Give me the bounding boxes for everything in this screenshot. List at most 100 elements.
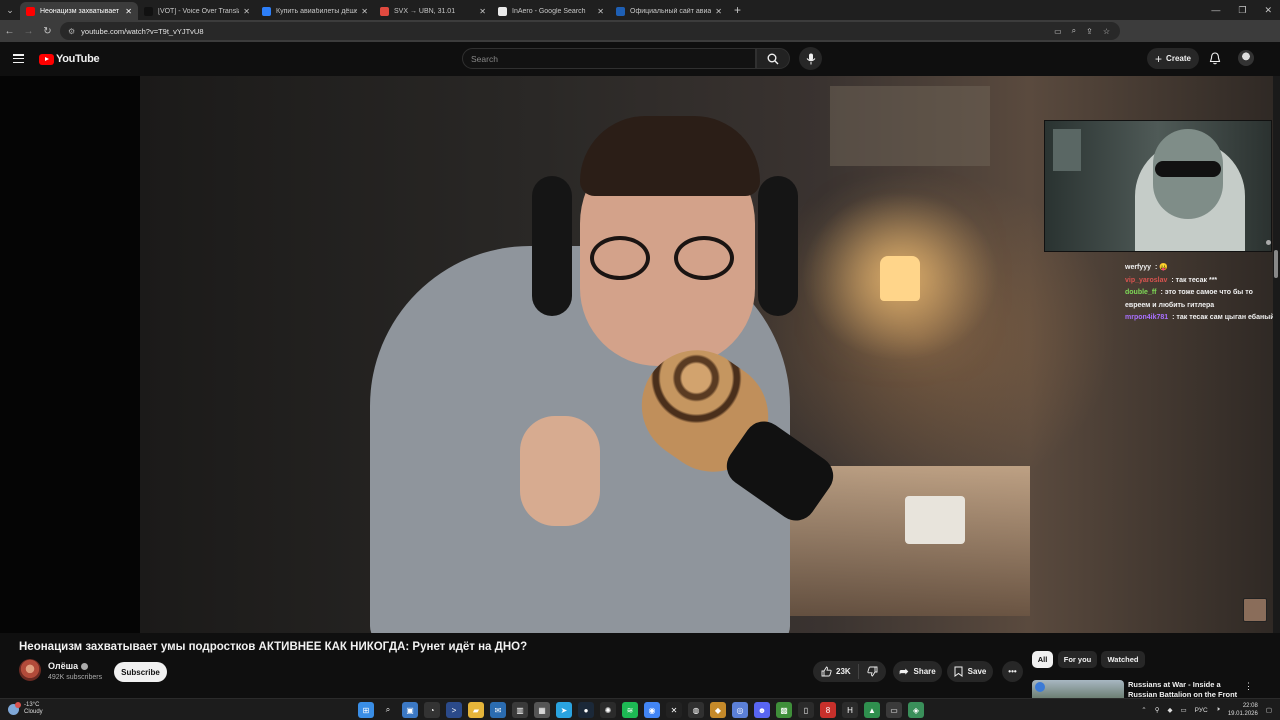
video-player[interactable]: werfyyy : 😛 vip_yaroslav : так тесак *** d… — [0, 76, 1280, 633]
search-input[interactable]: Search — [462, 48, 756, 69]
browser-tab[interactable]: Официальный сайт авиакомп✕ — [610, 2, 728, 20]
channel-name[interactable]: Олёша — [48, 661, 89, 671]
browser-tab[interactable]: InAero - Google Search ✕ — [492, 2, 610, 20]
happ-icon[interactable]: H — [842, 702, 858, 718]
browser-tab[interactable]: SVX → UBN, 31.01 ✕ — [374, 2, 492, 20]
chip-all[interactable]: All — [1032, 651, 1053, 668]
security-icon[interactable]: ◆ — [1168, 706, 1173, 714]
subscribe-button[interactable]: Subscribe — [114, 662, 167, 682]
page-scrollbar[interactable] — [1273, 76, 1280, 633]
more-actions-button[interactable]: ••• — [1002, 661, 1023, 682]
share-page-icon[interactable]: ⇪ — [1086, 27, 1093, 36]
youtube-logo[interactable]: YouTube — [39, 53, 100, 65]
folder-icon[interactable]: ▰ — [468, 702, 484, 718]
chevron-up-icon[interactable]: ⌃ — [1141, 706, 1146, 714]
media-icon[interactable]: ▥ — [512, 702, 528, 718]
browser-tab[interactable]: Купить авиабилеты дёшево с✕ — [256, 2, 374, 20]
terminal-icon[interactable]: > — [446, 702, 462, 718]
like-button[interactable]: 23K — [813, 664, 859, 679]
reload-icon[interactable]: ↻ — [38, 26, 57, 37]
chat-username[interactable]: werfyyy — [1125, 264, 1151, 271]
save-label: Save — [967, 667, 987, 676]
tab-close-icon[interactable]: ✕ — [597, 7, 604, 16]
app-circle-icon[interactable]: ◔ — [424, 702, 440, 718]
shield-app-icon[interactable]: ◆ — [710, 702, 726, 718]
gallery-icon[interactable]: ▣ — [402, 702, 418, 718]
more-vertical-icon[interactable]: ⋮ — [1244, 681, 1253, 692]
windows-start-icon[interactable]: ⊞ — [358, 702, 374, 718]
recommendation-thumbnail[interactable] — [1032, 680, 1124, 698]
tab-close-icon[interactable]: ✕ — [243, 7, 250, 16]
steam-icon[interactable]: ● — [578, 702, 594, 718]
plus-icon[interactable]: + — [734, 3, 741, 17]
like-dislike-group: 23K — [813, 661, 886, 682]
hamburger-menu-icon[interactable] — [13, 54, 24, 63]
chart-app-icon[interactable]: ▲ — [864, 702, 880, 718]
verified-check-icon — [81, 662, 89, 670]
chip-watched[interactable]: Watched — [1101, 651, 1145, 668]
background-shelf — [830, 86, 990, 166]
chat-username[interactable]: vip_yaroslav — [1125, 277, 1167, 284]
headphones-right — [758, 176, 798, 316]
account-avatar[interactable] — [1238, 50, 1254, 66]
dislike-button[interactable] — [859, 666, 886, 677]
minecraft-icon[interactable]: ▩ — [776, 702, 792, 718]
browser-tab[interactable]: [VOT] - Voice Over Translation ✕ — [138, 2, 256, 20]
search-button[interactable] — [756, 48, 790, 69]
cast-icon[interactable]: ▭ — [1054, 27, 1062, 36]
notion-icon[interactable]: ▯ — [798, 702, 814, 718]
close-icon[interactable]: ✕ — [1264, 5, 1272, 16]
plus-icon: + — [1155, 51, 1163, 66]
chevron-down-icon[interactable]: ⌄ — [0, 0, 20, 20]
calendar-icon[interactable]: ▦ — [534, 702, 550, 718]
clock[interactable]: 22:08 19.01.2026 — [1228, 702, 1258, 718]
site-info-icon[interactable]: ⚙ — [68, 27, 75, 36]
forward-icon[interactable]: → — [19, 26, 38, 37]
language-indicator[interactable]: РУС — [1195, 707, 1208, 714]
chat-username[interactable]: double_ff — [1125, 289, 1157, 296]
scrollbar-thumb[interactable] — [1274, 250, 1278, 278]
tab-close-icon[interactable]: ✕ — [479, 7, 486, 16]
cloud-icon — [8, 701, 21, 715]
globe-icon[interactable]: ◎ — [732, 702, 748, 718]
capcut-icon[interactable]: ✕ — [666, 702, 682, 718]
obs-icon[interactable]: ◍ — [688, 702, 704, 718]
notification-center-icon[interactable]: ▢ — [1266, 706, 1272, 714]
url-text: youtube.com/watch?v=T9t_vYJTvU8 — [81, 26, 204, 36]
browser-tab[interactable]: Неонацизм захватывает умы п ✕ — [20, 2, 138, 20]
zoom-icon[interactable]: ⌕ — [1072, 26, 1076, 36]
tab-close-icon[interactable]: ✕ — [715, 7, 722, 16]
chrome-icon[interactable]: ◉ — [644, 702, 660, 718]
save-button[interactable]: Save — [947, 661, 993, 682]
battery-icon[interactable]: ▭ — [1181, 706, 1187, 714]
back-icon[interactable]: ← — [0, 26, 19, 37]
search-icon[interactable]: ⌕ — [380, 702, 396, 718]
chat-message: mrpon4ik781 : так тесак сам цыган ебаный — [1125, 312, 1275, 325]
tab-close-icon[interactable]: ✕ — [361, 7, 368, 16]
chat-username[interactable]: mrpon4ik781 — [1125, 314, 1168, 321]
shield-green-icon[interactable]: ◈ — [908, 702, 924, 718]
openai-icon[interactable]: ✺ — [600, 702, 616, 718]
url-field[interactable]: ⚙ youtube.com/watch?v=T9t_vYJTvU8 ▭ ⌕ ⇪ … — [60, 22, 1120, 40]
weather-widget[interactable]: -13°C Cloudy — [8, 701, 43, 716]
channel-badge-icon — [1035, 682, 1045, 692]
minimize-icon[interactable]: — — [1211, 5, 1220, 15]
recommendation-title[interactable]: Russians at War - Inside a Russian Batta… — [1128, 680, 1240, 698]
bookmark-star-icon[interactable]: ☆ — [1103, 27, 1110, 36]
voice-search-button[interactable] — [799, 47, 822, 70]
tab-close-icon[interactable]: ✕ — [125, 7, 132, 16]
share-button[interactable]: ➦ Share — [893, 661, 942, 682]
volume-icon[interactable]: 🕨 — [1216, 706, 1220, 714]
chip-for-you[interactable]: For you — [1058, 651, 1097, 668]
location-icon[interactable]: ⚲ — [1155, 706, 1160, 714]
channel-avatar[interactable] — [19, 659, 41, 681]
create-button[interactable]: + Create — [1147, 48, 1199, 69]
mail-icon[interactable]: ✉ — [490, 702, 506, 718]
telegram-icon[interactable]: ➤ — [556, 702, 572, 718]
discord-icon[interactable]: ☻ — [754, 702, 770, 718]
spotify-icon[interactable]: ≋ — [622, 702, 638, 718]
maximize-icon[interactable]: ❐ — [1238, 5, 1246, 16]
terminal-app-icon[interactable]: ▭ — [886, 702, 902, 718]
redapp-icon[interactable]: 8 — [820, 702, 836, 718]
notifications-bell-icon[interactable] — [1209, 52, 1221, 65]
